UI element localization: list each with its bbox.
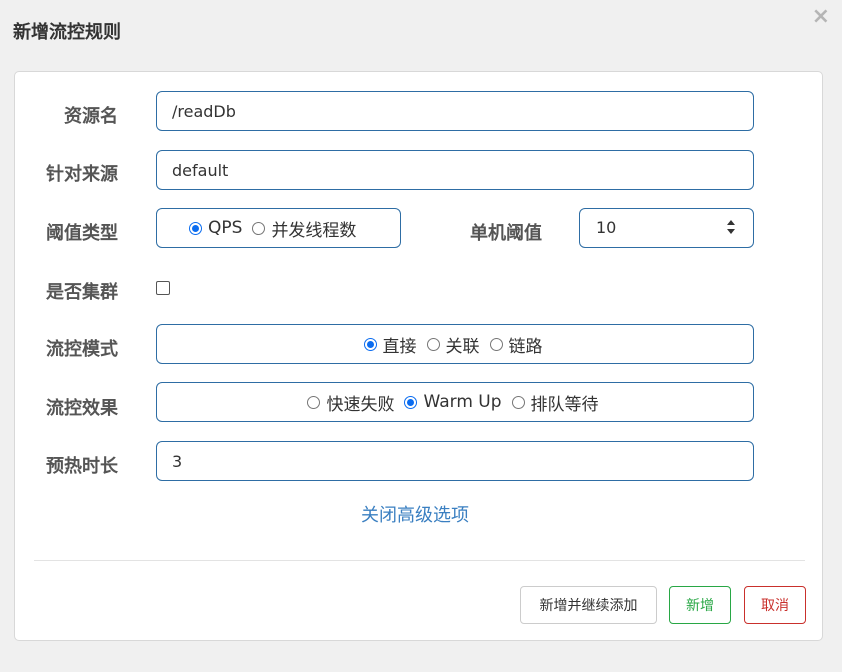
flow-mode-relate-label: 关联 <box>445 336 480 357</box>
close-advanced-link[interactable]: 关闭高级选项 <box>361 501 469 527</box>
source-label: 针对来源 <box>46 164 118 185</box>
spinner-icon[interactable] <box>726 219 736 237</box>
flow-effect-label: 流控效果 <box>46 398 118 419</box>
flow-effect-fast-fail[interactable]: 快速失败 <box>307 390 394 415</box>
cancel-button[interactable]: 取消 <box>744 586 806 624</box>
radio-warmup[interactable] <box>404 395 418 409</box>
radio-chain[interactable] <box>489 337 503 351</box>
resource-input[interactable] <box>156 91 754 131</box>
flow-effect-queue-label: 排队等待 <box>530 394 599 415</box>
flow-effect-warmup-label: Warm Up <box>423 392 502 412</box>
close-icon[interactable]: × <box>812 6 830 28</box>
resource-label: 资源名 <box>64 106 118 127</box>
flow-mode-chain-label: 链路 <box>508 336 543 357</box>
flow-mode-label: 流控模式 <box>46 339 118 360</box>
flow-mode-chain[interactable]: 链路 <box>489 332 543 357</box>
flow-effect-fast-fail-label: 快速失败 <box>326 394 395 415</box>
flow-effect-group: 快速失败 Warm Up 排队等待 <box>156 382 754 422</box>
threshold-type-qps[interactable]: QPS <box>189 218 242 238</box>
cluster-label: 是否集群 <box>46 282 118 303</box>
add-continue-button[interactable]: 新增并继续添加 <box>520 586 657 624</box>
source-input[interactable] <box>156 150 754 190</box>
threshold-type-qps-label: QPS <box>208 218 243 238</box>
threshold-type-threads[interactable]: 并发线程数 <box>252 216 356 241</box>
single-threshold-label: 单机阈值 <box>470 223 542 244</box>
threshold-type-group: QPS 并发线程数 <box>156 208 401 248</box>
warmup-input[interactable] <box>156 441 754 481</box>
divider <box>34 560 805 561</box>
add-button[interactable]: 新增 <box>669 586 731 624</box>
cluster-checkbox[interactable] <box>156 281 170 295</box>
radio-direct[interactable] <box>363 337 377 351</box>
single-threshold-value[interactable]: 10 <box>596 218 616 237</box>
radio-relate[interactable] <box>426 337 440 351</box>
threshold-type-threads-label: 并发线程数 <box>271 220 357 241</box>
flow-effect-queue[interactable]: 排队等待 <box>511 390 599 415</box>
flow-effect-warmup[interactable]: Warm Up <box>404 392 502 412</box>
warmup-label: 预热时长 <box>46 456 118 477</box>
flow-mode-group: 直接 关联 链路 <box>156 324 754 364</box>
radio-queue[interactable] <box>511 395 525 409</box>
threshold-type-label: 阈值类型 <box>46 223 118 244</box>
flow-mode-relate[interactable]: 关联 <box>426 332 480 357</box>
flow-mode-direct-label: 直接 <box>382 336 417 357</box>
radio-qps[interactable] <box>189 221 202 235</box>
dialog-title: 新增流控规则 <box>13 22 121 43</box>
flow-mode-direct[interactable]: 直接 <box>363 332 417 357</box>
radio-threads[interactable] <box>252 221 266 235</box>
single-threshold-box: 10 <box>579 208 754 248</box>
radio-fast-fail[interactable] <box>307 395 321 409</box>
